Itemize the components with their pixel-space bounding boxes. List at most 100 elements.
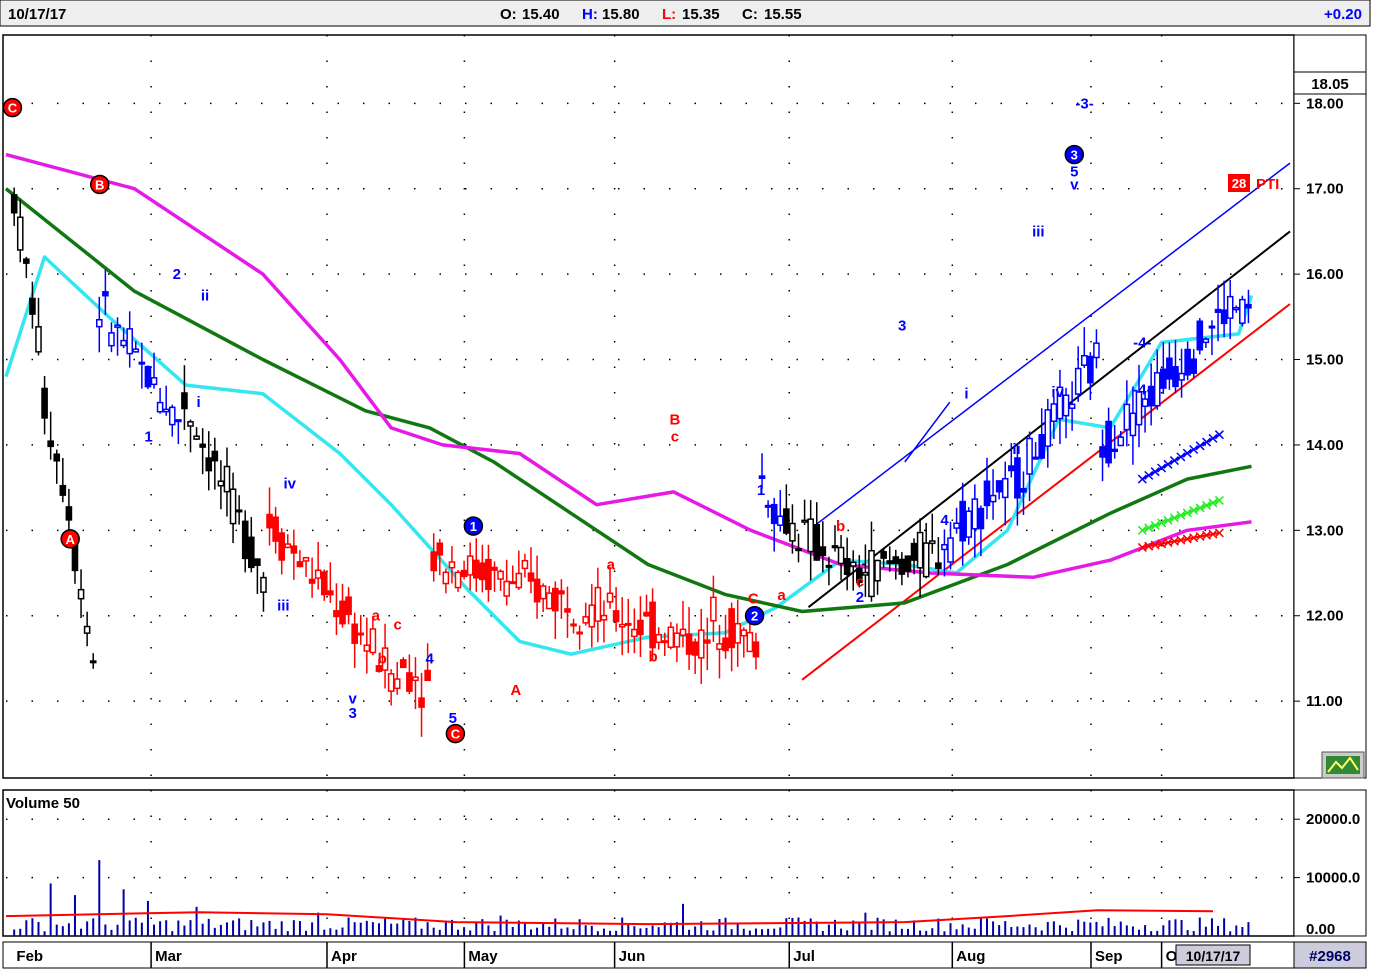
candle-body [704,639,711,644]
cursor-date-box: 10/17/17 [1175,944,1251,966]
candle-body [1141,398,1149,408]
candle-body [588,604,596,628]
candle-body [1166,357,1173,380]
candle-body [673,632,681,648]
candle-body [1232,306,1240,311]
candle-body [1050,403,1058,422]
candle-body [503,580,510,597]
wave-label: C [451,727,461,742]
candle-body [53,453,61,462]
open-value: 15.40 [522,6,560,23]
price-chart: 10/17/17 O: 15.40 H: 15.80 L: 15.35 C: 1… [0,0,1371,969]
candle-body [1087,355,1094,384]
price-tick-label: 16.00 [1306,266,1344,283]
candle-body [710,596,717,622]
candle-body [880,551,887,559]
candle-body [41,387,48,419]
candle-body [369,628,377,654]
change-value: +0.20 [1324,6,1362,23]
candle-body [418,697,425,708]
candle-body [472,559,480,579]
candle-body [168,406,176,426]
candle-body [229,488,237,525]
candle-body [266,513,273,529]
candle-body [29,297,36,315]
wave-label: B [95,177,104,192]
candle-body [71,543,79,572]
svg-text:18.05: 18.05 [1311,76,1349,93]
candle-body [138,361,146,365]
candle-body [1117,436,1125,447]
candle-body [430,551,438,572]
candle-body [655,633,662,644]
candle-body [1172,366,1179,388]
svg-text:PTI: PTI [1256,176,1279,193]
chart-options-icon[interactable] [1321,751,1365,779]
candle-body [813,523,821,561]
candle-body [363,644,371,652]
candle-body [807,518,814,553]
candle-body [491,566,498,571]
candle-body [181,392,188,410]
candle-body [935,562,942,569]
wave-label: a [777,587,786,604]
candle-body [1129,412,1137,437]
candle-body [357,632,365,636]
candle-body [764,504,772,508]
candle-body [175,419,182,423]
candle-body [631,628,638,638]
candle-body [1239,298,1246,324]
candle-body [436,542,444,556]
candle-body [1214,308,1222,314]
candle-body [600,614,608,621]
candle-body [1014,457,1021,499]
candle-body [776,515,784,526]
candle-body [1001,477,1009,499]
candle-body [1123,403,1131,431]
candle-body [594,586,602,622]
month-label: Mar [155,948,182,965]
close-value: 15.55 [764,6,802,23]
candle-body [302,556,310,562]
candle-body [849,561,857,567]
candle-body [351,623,358,644]
candle-body [612,610,620,623]
candle-body [83,625,91,634]
candle-body [1032,456,1039,460]
wave-label: i [197,394,201,411]
candle-body [217,480,225,487]
candle-body [740,629,748,637]
candle-body [910,542,918,561]
candle-body [102,291,109,297]
candle-body [941,543,948,551]
candle-body [399,659,407,669]
candle-body [637,619,644,636]
candle-body [339,600,346,625]
candle-body [521,559,529,570]
candle-body [545,592,553,610]
candle-body [576,631,583,635]
wave-label: -4- [1133,381,1151,398]
candle-body [1208,325,1216,329]
candle-body [843,557,851,576]
candle-body [1074,367,1082,395]
candle-body [995,480,1003,493]
high-value: 15.80 [602,6,640,23]
wave-label: 3 [898,317,906,334]
wave-label: A [510,682,521,699]
candle-body [278,532,286,561]
candle-body [1190,358,1198,374]
candle-body [333,610,340,618]
candle-body [144,365,152,388]
candle-body [284,543,292,549]
candle-body [734,622,742,644]
wave-label: -4- [1133,334,1151,351]
candle-body [89,660,97,664]
candle-body [971,498,979,530]
candle-body [716,643,723,650]
candle-body [156,401,164,413]
wave-label: c [671,428,679,445]
candle-body [235,509,243,513]
wave-label: B [670,411,681,428]
candle-body [1093,342,1100,359]
